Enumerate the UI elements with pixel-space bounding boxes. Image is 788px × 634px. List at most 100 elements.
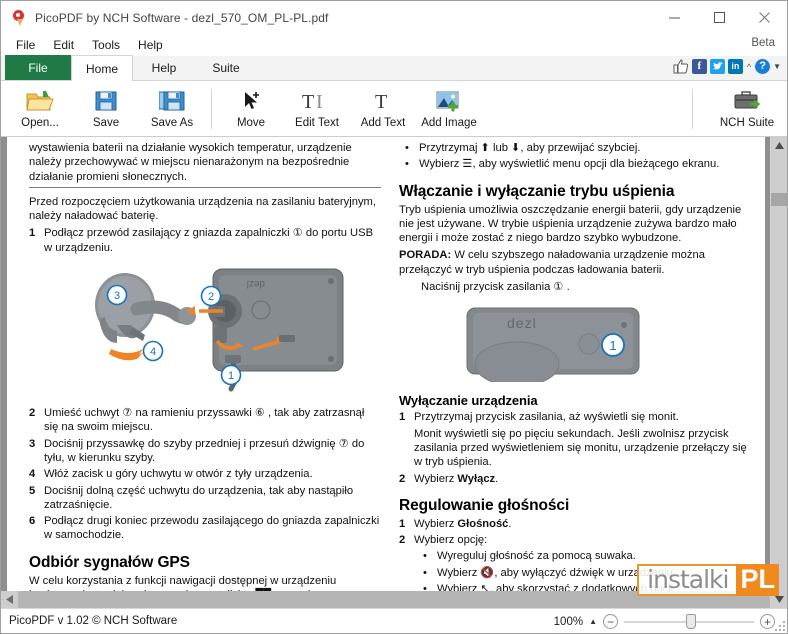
list-item: 2 Wybierz Wyłącz. [399, 472, 751, 486]
tab-file[interactable]: File [5, 55, 71, 80]
document-left-column: wystawienia baterii na działanie wysokic… [29, 141, 381, 602]
svg-text:3: 3 [114, 290, 120, 302]
menu-edit[interactable]: Edit [44, 36, 83, 54]
bullet-marker: • [423, 566, 427, 579]
minimize-button[interactable] [652, 1, 697, 34]
tab-home[interactable]: Home [71, 55, 133, 81]
move-label: Move [236, 116, 266, 129]
resize-grip[interactable] [775, 621, 785, 631]
step-number: 5 [29, 484, 36, 497]
mount-steps-list: 2 Umieść uchwyt ⑦ na ramieniu przyssawki… [29, 406, 381, 543]
add-text-button[interactable]: T Add Text [350, 83, 416, 135]
heading-volume: Regulowanie głośności [399, 496, 570, 514]
tab-suite[interactable]: Suite [195, 55, 257, 80]
list-item: • Wybierz 🔇, aby wyłączyć dźwięk w urząd… [399, 566, 751, 580]
save-button[interactable]: Save [73, 83, 139, 135]
nch-suite-label: NCH Suite [719, 117, 775, 129]
close-button[interactable] [742, 1, 787, 34]
list-item-note: Monit wyświetli się po pięciu sekundach.… [399, 427, 751, 470]
vertical-scrollbar[interactable] [770, 137, 787, 608]
add-image-button[interactable]: Add Image [416, 83, 482, 135]
scroll-down-icon[interactable] [771, 591, 787, 608]
list-item: 1 Przytrzymaj przycisk zasilania, aż wyś… [399, 410, 751, 424]
pdf-page[interactable]: wystawienia baterii na działanie wysokic… [7, 137, 765, 607]
save-as-label: Save As [150, 116, 194, 129]
scroll-left-icon[interactable] [1, 591, 18, 608]
menu-help[interactable]: Help [129, 36, 172, 54]
step-number: 1 [399, 411, 406, 424]
vertical-scroll-thumb[interactable] [771, 193, 787, 206]
vertical-scroll-track[interactable] [771, 154, 787, 591]
edit-text-button[interactable]: T I Edit Text [284, 83, 350, 135]
bullet-marker: • [405, 158, 409, 171]
step-text: Dociśnij dolną część uchwytu do urządzen… [44, 484, 354, 511]
menu-file[interactable]: File [7, 36, 44, 54]
open-folder-icon [26, 87, 54, 115]
paragraph-battery-warning: wystawienia baterii na działanie wysokic… [29, 142, 352, 183]
add-text-label: Add Text [360, 116, 406, 129]
zoom-in-button[interactable]: + [760, 614, 775, 629]
step-text-bold: Wyłącz [457, 472, 496, 485]
list-item: 2 Umieść uchwyt ⑦ na ramieniu przyssawki… [29, 406, 381, 435]
figure-device-photo: dezl 1 [459, 304, 751, 387]
list-item: 2 Wybierz opcję: [399, 533, 751, 547]
step-text-suffix: . [508, 517, 512, 530]
svg-text:4: 4 [150, 346, 156, 358]
list-item: • Przytrzymaj ⬆ lub ⬇, aby przewijać szy… [399, 141, 751, 155]
heading-power-off: Wyłączanie urządzenia [399, 393, 538, 409]
horizontal-scroll-track[interactable] [18, 591, 770, 608]
zoom-caret-icon[interactable]: ▲ [589, 617, 597, 626]
save-disk-icon [94, 87, 118, 115]
paragraph-charge-intro: Przed rozpoczęciem użytkowania urządzeni… [29, 195, 376, 223]
beta-label: Beta [751, 37, 775, 49]
horizontal-scrollbar[interactable] [1, 591, 770, 608]
facebook-icon[interactable]: f [691, 59, 707, 74]
move-button[interactable]: Move [218, 83, 284, 135]
status-version-text: PicoPDF v 1.02 © NCH Software [9, 615, 178, 627]
step-text: Dociśnij przyssawkę do szyby przedniej i… [44, 437, 365, 464]
window-controls [652, 1, 787, 34]
step-text-bold: Głośność [457, 517, 509, 530]
open-button[interactable]: Open... [7, 83, 73, 135]
scroll-up-icon[interactable] [771, 137, 787, 154]
tab-help[interactable]: Help [133, 55, 195, 80]
menu-tools[interactable]: Tools [83, 36, 129, 54]
twitter-icon[interactable] [709, 59, 725, 74]
social-links: f in ^ ? ▼ [673, 59, 781, 74]
maximize-button[interactable] [697, 1, 742, 34]
nch-suite-button[interactable]: NCH Suite [711, 83, 783, 135]
bullet-marker: • [423, 550, 427, 563]
edit-text-icon: T I [302, 87, 332, 115]
paragraph-sleep-mode: Tryb uśpienia umożliwia oszczędzanie ene… [399, 203, 742, 245]
toolbar-separator-right [692, 89, 693, 129]
status-bar: PicoPDF v 1.02 © NCH Software 100% ▲ − + [1, 608, 787, 633]
title-bar: PicoPDF by NCH Software - dezl_570_OM_PL… [1, 1, 787, 34]
svg-text:dezl: dezl [247, 278, 265, 289]
linkedin-icon[interactable]: in [727, 59, 743, 74]
paragraph-press-power: Naciśnij przycisk zasilania ① . [421, 281, 570, 294]
chevron-up-icon[interactable]: ^ [747, 62, 751, 72]
zoom-percent-label[interactable]: 100% [554, 616, 583, 628]
thumbs-up-icon[interactable] [673, 59, 689, 74]
step-text-suffix: . [495, 472, 499, 485]
step-text: Wybierz opcję: [414, 534, 488, 547]
zoom-slider-thumb[interactable] [686, 614, 697, 629]
save-as-button[interactable]: Save As [139, 83, 205, 135]
step-text: Przytrzymaj przycisk zasilania, aż wyświ… [414, 411, 679, 424]
list-item: 3 Dociśnij przyssawkę do szyby przedniej… [29, 437, 381, 466]
list-item: 1 Wybierz Głośność. [399, 517, 751, 531]
zoom-slider[interactable] [624, 614, 754, 629]
zoom-out-button[interactable]: − [603, 614, 618, 629]
help-icon[interactable]: ? [755, 59, 771, 74]
step-number: 4 [29, 468, 36, 481]
bullet-text: Przytrzymaj ⬆ lub ⬇, aby przewijać szybc… [419, 142, 641, 154]
dropdown-arrow-icon[interactable]: ▼ [773, 62, 781, 71]
list-item: 5 Dociśnij dolną część uchwytu do urządz… [29, 484, 381, 513]
app-pin-icon [11, 9, 27, 26]
step-text: Wybierz Głośność. [414, 517, 751, 531]
heading-sleep-mode: Włączanie i wyłączanie trybu uśpienia [399, 182, 675, 200]
window-title: PicoPDF by NCH Software - dezl_570_OM_PL… [35, 10, 329, 25]
document-viewport[interactable]: wystawienia baterii na działanie wysokic… [1, 137, 787, 608]
menu-bar: File Edit Tools Help Beta [1, 34, 787, 56]
svg-text:1: 1 [228, 370, 234, 382]
